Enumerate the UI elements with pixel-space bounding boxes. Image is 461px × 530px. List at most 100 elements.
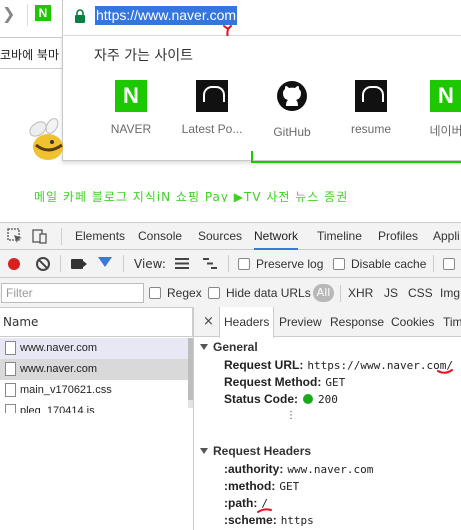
header-row: :method: GET [224, 479, 300, 493]
regex-checkbox[interactable] [149, 287, 161, 299]
tab-preview[interactable]: Preview [279, 307, 322, 337]
site-tile-naver[interactable]: N NAVER [91, 80, 171, 136]
suggestion-dropdown: 자주 가는 사이트 N NAVER Latest Po... GitHub re… [62, 36, 461, 161]
filter-bar: Filter Regex Hide data URLs All XHR JS C… [0, 278, 461, 308]
divider [61, 228, 62, 245]
script-icon [5, 404, 16, 413]
close-icon[interactable]: × [203, 307, 214, 337]
collapse-triangle-icon [200, 344, 208, 350]
filter-all-button[interactable]: All [313, 284, 334, 302]
record-icon[interactable] [8, 258, 20, 270]
regex-label: Regex [167, 286, 202, 300]
filter-js-button[interactable]: JS [384, 278, 398, 308]
lock-icon [75, 9, 85, 23]
preserve-log-label: Preserve log [256, 257, 324, 271]
github-logo-icon [277, 81, 307, 111]
request-name: www.naver.com [20, 342, 98, 354]
bee-mascot-icon [29, 118, 63, 160]
filter-img-button[interactable]: Img [440, 278, 460, 308]
document-icon [5, 362, 16, 376]
device-toolbar-icon[interactable] [32, 228, 48, 244]
divider [228, 255, 229, 272]
forward-icon[interactable]: ❯ [2, 4, 16, 26]
tab-timeline[interactable]: Timeline [317, 223, 362, 250]
name-column-header[interactable]: Name [0, 307, 193, 337]
hide-data-urls-label: Hide data URLs [226, 286, 311, 300]
filter-icon[interactable] [98, 257, 112, 267]
site-tile-label: resume [350, 122, 391, 136]
offline-checkbox[interactable] [443, 258, 455, 270]
hide-data-urls-checkbox[interactable] [208, 287, 220, 299]
tab-timing[interactable]: Tim [443, 307, 461, 337]
site-tile-naver-kr[interactable]: N 네이버 [406, 80, 461, 139]
url-text[interactable]: https://www.naver.com [95, 6, 238, 25]
site-tile-resume[interactable]: resume [331, 80, 411, 136]
tab-response[interactable]: Response [330, 307, 384, 337]
divider [433, 255, 434, 272]
request-row[interactable]: www.naver.com [0, 359, 188, 380]
inspect-element-icon[interactable] [7, 228, 23, 244]
filter-css-button[interactable]: CSS [408, 278, 433, 308]
filter-input[interactable]: Filter [1, 283, 144, 303]
devtools-tab-bar: Elements Console Sources Network Timelin… [0, 223, 461, 250]
request-row[interactable]: pleg_170414.js [0, 401, 188, 413]
request-name: www.naver.com [20, 363, 98, 375]
header-row: :authority: www.naver.com [224, 462, 374, 476]
waterfall-view-icon[interactable] [203, 258, 217, 269]
naver-logo-icon: N [430, 80, 461, 112]
disable-cache-checkbox[interactable] [333, 258, 345, 270]
tab-cookies[interactable]: Cookies [391, 307, 434, 337]
request-url-row: Request URL: https://www.naver.com/ [224, 358, 454, 372]
annotation-underline-icon [257, 508, 272, 513]
annotation-underline-icon [437, 369, 453, 374]
ellipsis-vertical-icon: ⋮ [286, 411, 296, 421]
large-rows-icon[interactable] [175, 258, 189, 269]
tab-sources[interactable]: Sources [198, 223, 242, 250]
request-name: main_v170621.css [20, 384, 112, 396]
divider [193, 307, 194, 530]
request-method-row: Request Method: GET [224, 375, 346, 389]
request-name: pleg_170414.js [20, 405, 95, 413]
status-ok-icon [303, 394, 314, 404]
latest-posts-logo-icon [196, 80, 228, 112]
collapse-triangle-icon [200, 448, 208, 454]
suggestion-title: 자주 가는 사이트 [94, 48, 194, 64]
site-tile-github[interactable]: GitHub [252, 80, 332, 139]
request-row[interactable]: main_v170621.css [0, 380, 188, 401]
bookmark-bar-text: 코바에 북마 [0, 37, 62, 69]
disable-cache-label: Disable cache [351, 257, 427, 271]
tab-headers[interactable]: Headers [219, 307, 275, 338]
document-icon [5, 341, 16, 355]
tab-console[interactable]: Console [138, 223, 182, 250]
page-links-row: 메일 카페 블로그 지식iN 쇼핑 Pay ▶TV 사전 뉴스 증권 [34, 190, 349, 202]
clear-icon[interactable] [36, 257, 50, 271]
site-tile-label: 네이버 [429, 124, 461, 138]
divider [27, 4, 28, 26]
general-section-header[interactable]: General [200, 340, 258, 354]
naver-logo-icon: N [115, 80, 147, 112]
divider [340, 285, 341, 302]
address-bar[interactable]: https://www.naver.com [62, 0, 461, 44]
site-tile-label: NAVER [110, 122, 152, 136]
tab-network[interactable]: Network [254, 223, 299, 250]
view-label: View: [134, 257, 166, 271]
tab-profiles[interactable]: Profiles [378, 223, 418, 250]
resume-logo-icon [355, 80, 387, 112]
divider [123, 255, 124, 272]
request-row[interactable]: www.naver.com [0, 338, 188, 359]
network-toolbar: View: Preserve log Disable cache [0, 250, 461, 278]
divider [60, 255, 61, 272]
tab-application[interactable]: Appli [433, 223, 460, 250]
site-tile-label: Latest Po... [181, 122, 243, 136]
status-code-row: Status Code: 200 [224, 392, 338, 406]
tab-elements[interactable]: Elements [75, 223, 125, 250]
request-headers-section-header[interactable]: Request Headers [200, 444, 311, 458]
preserve-log-checkbox[interactable] [238, 258, 250, 270]
detail-tab-bar: × Headers Preview Response Cookies Tim [194, 307, 461, 338]
site-tile-label: GitHub [273, 125, 311, 139]
site-tile-latest-posts[interactable]: Latest Po... [172, 80, 252, 136]
filter-xhr-button[interactable]: XHR [348, 278, 373, 308]
capture-screenshots-icon[interactable] [71, 259, 87, 269]
naver-tab-icon[interactable]: N [35, 5, 51, 21]
search-box-edge [251, 151, 461, 163]
